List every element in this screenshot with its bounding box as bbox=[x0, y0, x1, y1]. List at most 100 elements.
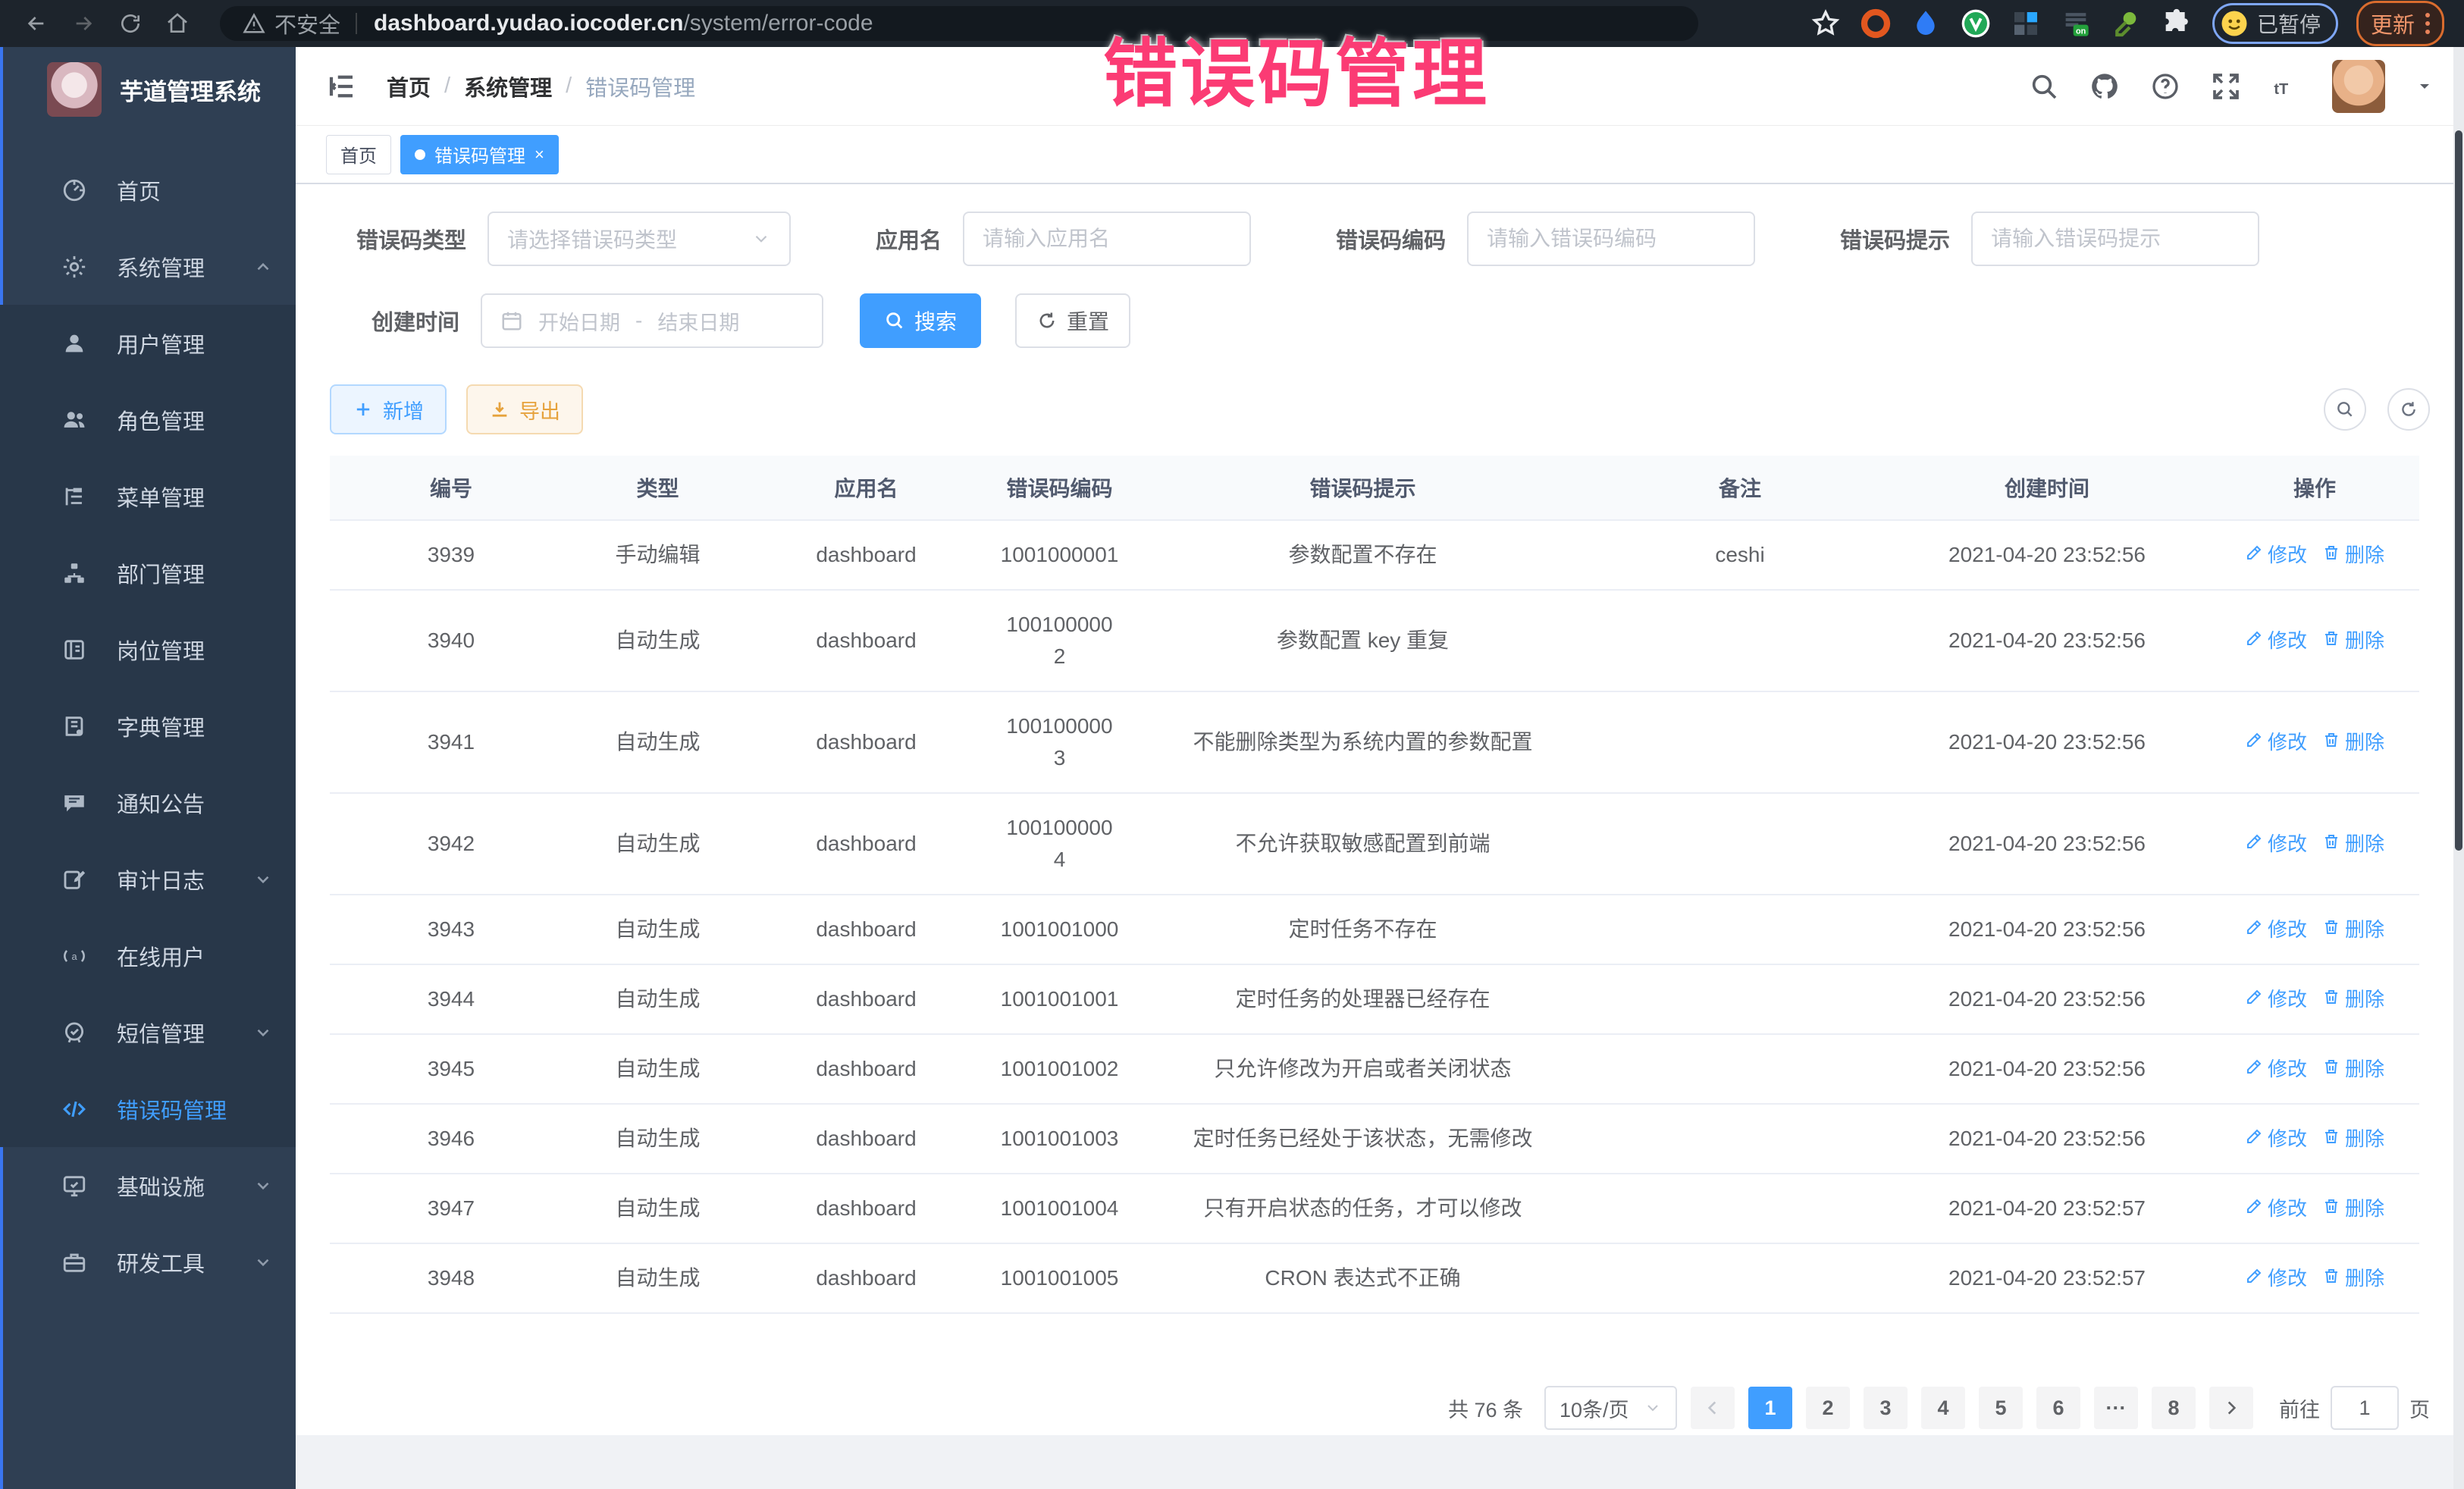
user-icon bbox=[59, 331, 89, 356]
extension-grid-icon[interactable] bbox=[2011, 8, 2041, 39]
github-icon[interactable] bbox=[2089, 71, 2120, 102]
page-button-5[interactable]: 5 bbox=[1979, 1387, 2023, 1429]
update-browser-button[interactable]: 更新 bbox=[2356, 1, 2444, 46]
scrollbar-track[interactable] bbox=[2453, 47, 2464, 1489]
app-logo-row[interactable]: 芋道管理系统 bbox=[0, 47, 296, 132]
delete-link[interactable]: 删除 bbox=[2322, 1053, 2384, 1085]
delete-link[interactable]: 删除 bbox=[2322, 914, 2384, 945]
delete-link[interactable]: 删除 bbox=[2322, 726, 2384, 758]
page-button-8[interactable]: 8 bbox=[2152, 1387, 2196, 1429]
app-name-input[interactable] bbox=[963, 212, 1251, 266]
create-time-range-picker[interactable]: 开始日期 - 结束日期 bbox=[481, 293, 823, 348]
select-caret-icon bbox=[1644, 1399, 1662, 1417]
sidebar-item-errcode[interactable]: 错误码管理 bbox=[0, 1071, 296, 1147]
sidebar-item-label: 菜单管理 bbox=[117, 481, 205, 513]
more-pages-button[interactable]: ··· bbox=[2094, 1387, 2138, 1429]
delete-link[interactable]: 删除 bbox=[2322, 983, 2384, 1015]
sidebar-item-notice[interactable]: 通知公告 bbox=[0, 764, 296, 841]
filter-type-label: 错误码类型 bbox=[356, 223, 466, 255]
next-page-button[interactable] bbox=[2209, 1387, 2253, 1429]
page-button-1[interactable]: 1 bbox=[1748, 1387, 1792, 1429]
delete-link[interactable]: 删除 bbox=[2322, 1193, 2384, 1224]
delete-link[interactable]: 删除 bbox=[2322, 828, 2384, 860]
sidebar-item-system[interactable]: 系统管理 bbox=[0, 228, 296, 305]
breadcrumb-home[interactable]: 首页 bbox=[387, 71, 431, 102]
scrollbar-thumb[interactable] bbox=[2455, 130, 2462, 851]
sidebar-item-dept[interactable]: 部门管理 bbox=[0, 534, 296, 611]
user-avatar[interactable] bbox=[2332, 60, 2385, 113]
sidebar-item-user[interactable]: 用户管理 bbox=[0, 305, 296, 381]
edit-link[interactable]: 修改 bbox=[2245, 1193, 2307, 1224]
forward-icon[interactable] bbox=[67, 7, 100, 40]
page-button-4[interactable]: 4 bbox=[1921, 1387, 1965, 1429]
header-search-icon[interactable] bbox=[2029, 71, 2059, 102]
reload-icon[interactable] bbox=[114, 7, 147, 40]
page-button-3[interactable]: 3 bbox=[1864, 1387, 1908, 1429]
edit-link[interactable]: 修改 bbox=[2245, 1053, 2307, 1085]
cell-id: 3943 bbox=[330, 895, 572, 964]
reset-button[interactable]: 重置 bbox=[1015, 293, 1130, 348]
help-icon[interactable] bbox=[2150, 71, 2180, 102]
sidebar-item-post[interactable]: 岗位管理 bbox=[0, 611, 296, 688]
export-button[interactable]: 导出 bbox=[466, 384, 583, 434]
fullscreen-icon[interactable] bbox=[2211, 71, 2241, 102]
edit-link[interactable]: 修改 bbox=[2245, 1123, 2307, 1155]
sms-icon bbox=[59, 1020, 89, 1045]
delete-link[interactable]: 删除 bbox=[2322, 1123, 2384, 1155]
sidebar-item-menu[interactable]: 菜单管理 bbox=[0, 458, 296, 534]
font-size-icon[interactable]: tT bbox=[2271, 71, 2302, 102]
edit-link[interactable]: 修改 bbox=[2245, 914, 2307, 945]
back-icon[interactable] bbox=[20, 7, 53, 40]
avatar-caret-icon[interactable] bbox=[2415, 77, 2434, 96]
sidebar-item-dict[interactable]: 字典管理 bbox=[0, 688, 296, 764]
tab-error-code[interactable]: 错误码管理 × bbox=[400, 135, 559, 174]
error-code-input[interactable] bbox=[1467, 212, 1755, 266]
sidebar-item-audit[interactable]: 审计日志 bbox=[0, 841, 296, 917]
edit-link[interactable]: 修改 bbox=[2245, 983, 2307, 1015]
extension-key-icon[interactable] bbox=[2111, 8, 2141, 39]
close-tab-icon[interactable]: × bbox=[534, 145, 544, 165]
error-msg-input[interactable] bbox=[1971, 212, 2259, 266]
edit-link[interactable]: 修改 bbox=[2245, 726, 2307, 758]
delete-link[interactable]: 删除 bbox=[2322, 539, 2384, 571]
extension-v-icon[interactable] bbox=[1961, 8, 1991, 39]
refresh-table-button[interactable] bbox=[2387, 388, 2430, 431]
extension-tabs-on-icon[interactable]: on bbox=[2061, 8, 2091, 39]
sidebar-item-sms[interactable]: 短信管理 bbox=[0, 994, 296, 1071]
search-button[interactable]: 搜索 bbox=[860, 293, 981, 348]
delete-link[interactable]: 删除 bbox=[2322, 1262, 2384, 1294]
edit-link[interactable]: 修改 bbox=[2245, 1262, 2307, 1294]
page-size-select[interactable]: 10条/页 bbox=[1544, 1386, 1677, 1430]
error-type-select[interactable]: 请选择错误码类型 bbox=[487, 212, 791, 266]
sidebar-item-role[interactable]: 角色管理 bbox=[0, 381, 296, 458]
hamburger-icon[interactable] bbox=[326, 71, 358, 102]
profile-paused-chip[interactable]: 已暂停 bbox=[2212, 3, 2338, 44]
edit-link[interactable]: 修改 bbox=[2245, 539, 2307, 571]
page-button-6[interactable]: 6 bbox=[2036, 1387, 2080, 1429]
home-icon[interactable] bbox=[161, 7, 194, 40]
delete-icon bbox=[2322, 625, 2340, 657]
extension-ubuntu-icon[interactable] bbox=[1861, 8, 1891, 39]
delete-link[interactable]: 删除 bbox=[2322, 625, 2384, 657]
sidebar-item-online[interactable]: a在线用户 bbox=[0, 917, 296, 994]
bookmark-star-icon[interactable] bbox=[1810, 8, 1841, 39]
cell-actions: 修改删除 bbox=[2210, 691, 2419, 793]
page-button-2[interactable]: 2 bbox=[1806, 1387, 1850, 1429]
browser-menu-icon[interactable] bbox=[2425, 13, 2430, 34]
add-button[interactable]: 新增 bbox=[330, 384, 447, 434]
extension-drop-icon[interactable] bbox=[1911, 8, 1941, 39]
extensions-puzzle-icon[interactable] bbox=[2161, 8, 2191, 39]
sidebar-item-devtool[interactable]: 研发工具 bbox=[0, 1224, 296, 1300]
breadcrumb-system[interactable]: 系统管理 bbox=[464, 71, 552, 102]
cell-id: 3946 bbox=[330, 1104, 572, 1174]
prev-page-button[interactable] bbox=[1691, 1387, 1735, 1429]
download-icon bbox=[489, 399, 510, 420]
sidebar-item-home[interactable]: 首页 bbox=[0, 152, 296, 228]
sidebar-item-infra[interactable]: 基础设施 bbox=[0, 1147, 296, 1224]
toggle-search-button[interactable] bbox=[2324, 388, 2366, 431]
tab-home[interactable]: 首页 bbox=[326, 135, 391, 174]
edit-link[interactable]: 修改 bbox=[2245, 625, 2307, 657]
goto-page-input[interactable] bbox=[2331, 1386, 2399, 1430]
edit-link[interactable]: 修改 bbox=[2245, 828, 2307, 860]
security-label[interactable]: 不安全 bbox=[274, 8, 340, 39]
